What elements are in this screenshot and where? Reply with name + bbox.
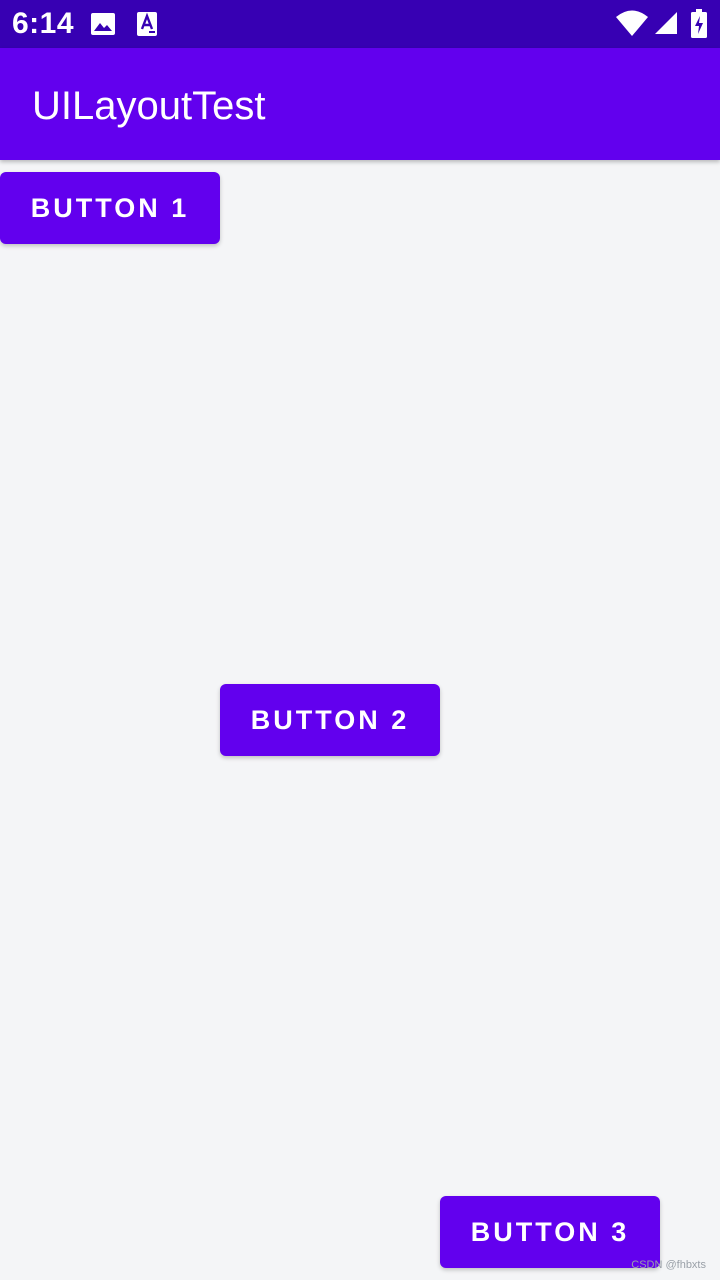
cell-signal-icon — [655, 12, 677, 34]
wifi-icon — [616, 10, 648, 36]
watermark: CSDN @fhbxts — [631, 1259, 706, 1271]
a-notification-icon — [137, 12, 157, 36]
app-title: UILayoutTest — [32, 84, 266, 128]
image-notification-icon — [91, 13, 115, 35]
battery-charging-icon — [691, 9, 707, 38]
button-3[interactable]: BUTTON 3 — [440, 1196, 660, 1268]
app-bar: UILayoutTest — [0, 48, 720, 160]
status-bar: 6:14 — [0, 0, 720, 48]
button-2[interactable]: BUTTON 2 — [220, 684, 440, 756]
button-1[interactable]: BUTTON 1 — [0, 172, 220, 244]
status-time: 6:14 — [12, 7, 75, 40]
